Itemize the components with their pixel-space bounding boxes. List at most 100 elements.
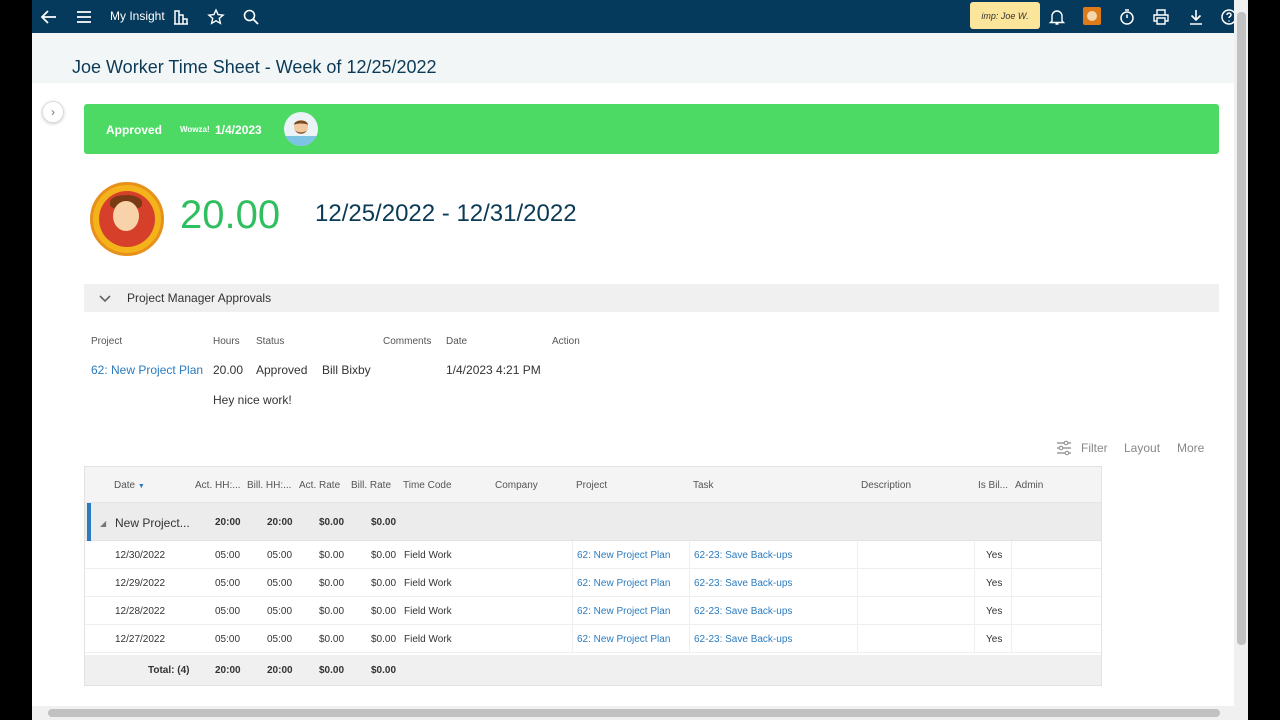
menu-icon[interactable] — [73, 6, 95, 28]
col-header-description[interactable]: Description — [861, 480, 911, 491]
table-row[interactable]: 12/29/2022 05:00 05:00 $0.00 $0.00 Field… — [85, 569, 1101, 597]
cell-time-code: Field Work — [404, 550, 452, 561]
pm-approvals-section-header[interactable]: Project Manager Approvals — [84, 284, 1219, 312]
total-row: Total: (4) 20:00 20:00 $0.00 $0.00 — [85, 655, 1101, 685]
pm-col-hours: Hours — [213, 336, 240, 347]
timesheet-grid: Date ▼ Act. HH:... Bill. HH:... Act. Rat… — [84, 466, 1102, 686]
col-header-bill-hh[interactable]: Bill. HH:... — [247, 480, 291, 491]
chevron-down-icon[interactable] — [98, 291, 112, 305]
group-bill-hh: 20:00 — [267, 517, 293, 528]
pm-col-project: Project — [91, 336, 123, 347]
bell-icon[interactable] — [1046, 6, 1068, 28]
pm-status: Approved — [256, 363, 308, 377]
cell-bill-hh: 05:00 — [267, 578, 293, 589]
col-header-act-hh[interactable]: Act. HH:... — [195, 480, 241, 491]
page-header: Joe Worker Time Sheet - Week of 12/25/20… — [32, 33, 1234, 83]
cell-time-code: Field Work — [404, 606, 452, 617]
group-name: New Project... — [115, 516, 190, 530]
layout-button[interactable]: Layout — [1124, 441, 1160, 455]
cell-bill-hh: 05:00 — [267, 550, 293, 561]
cell-project-link[interactable]: 62: New Project Plan — [577, 634, 670, 645]
table-row[interactable]: 12/28/2022 05:00 05:00 $0.00 $0.00 Field… — [85, 597, 1101, 625]
sidebar-expand-chevron-icon[interactable]: › — [42, 101, 64, 123]
approver-avatar — [284, 112, 318, 146]
back-arrow-icon[interactable] — [38, 6, 60, 28]
cell-task-link[interactable]: 62-23: Save Back-ups — [694, 606, 792, 617]
sort-desc-icon: ▼ — [137, 483, 145, 490]
total-hours: 20.00 — [180, 193, 281, 237]
cell-date: 12/28/2022 — [115, 606, 166, 617]
cell-project-link[interactable]: 62: New Project Plan — [577, 606, 670, 617]
cell-project-link[interactable]: 62: New Project Plan — [577, 578, 670, 589]
timer-icon[interactable] — [1116, 6, 1138, 28]
cell-act-rate: $0.00 — [319, 578, 345, 589]
cell-bill-rate: $0.00 — [371, 634, 397, 645]
col-header-is-billable[interactable]: Is Bil... — [978, 480, 1008, 491]
cell-bill-hh: 05:00 — [267, 634, 293, 645]
total-act-hh: 20:00 — [215, 665, 241, 676]
pm-project-link[interactable]: 62: New Project Plan — [91, 363, 203, 377]
cell-is-billable: Yes — [986, 634, 1003, 645]
horizontal-scrollbar[interactable] — [32, 706, 1248, 720]
cell-bill-rate: $0.00 — [371, 578, 397, 589]
col-header-project[interactable]: Project — [576, 480, 607, 491]
col-header-date[interactable]: Date ▼ — [114, 480, 145, 491]
cell-bill-rate: $0.00 — [371, 550, 397, 561]
cell-task-link[interactable]: 62-23: Save Back-ups — [694, 578, 792, 589]
pm-col-comments: Comments — [383, 336, 432, 347]
cell-act-rate: $0.00 — [319, 550, 345, 561]
table-row[interactable]: 12/27/2022 05:00 05:00 $0.00 $0.00 Field… — [85, 625, 1101, 653]
cell-act-hh: 05:00 — [215, 550, 241, 561]
download-icon[interactable] — [1185, 6, 1207, 28]
impersonation-badge[interactable]: imp: Joe W. — [970, 2, 1040, 29]
collapse-triangle-icon[interactable]: ◢ — [100, 519, 106, 528]
table-row[interactable]: 12/30/2022 05:00 05:00 $0.00 $0.00 Field… — [85, 541, 1101, 569]
pm-col-date: Date — [446, 336, 468, 347]
more-button[interactable]: More — [1177, 441, 1204, 455]
col-header-bill-rate[interactable]: Bill. Rate — [351, 480, 391, 491]
cell-act-rate: $0.00 — [319, 634, 345, 645]
app-window: My Insight imp: Joe W. Joe Worker Time S… — [32, 0, 1248, 720]
cell-bill-rate: $0.00 — [371, 606, 397, 617]
cell-time-code: Field Work — [404, 634, 452, 645]
col-header-company[interactable]: Company — [495, 480, 538, 491]
cell-act-hh: 05:00 — [215, 606, 241, 617]
cell-task-link[interactable]: 62-23: Save Back-ups — [694, 550, 792, 561]
total-label: Total: (4) — [148, 665, 190, 676]
approved-by: Wowza! — [180, 125, 210, 134]
vertical-scrollbar[interactable] — [1234, 0, 1248, 706]
cell-date: 12/29/2022 — [115, 578, 166, 589]
cell-date: 12/30/2022 — [115, 550, 166, 561]
date-range: 12/25/2022 - 12/31/2022 — [315, 200, 577, 227]
pm-approvals-title: Project Manager Approvals — [127, 291, 272, 305]
print-icon[interactable] — [1150, 6, 1172, 28]
approval-date: 1/4/2023 — [215, 123, 262, 137]
total-bill-rate: $0.00 — [371, 665, 397, 676]
company-logo — [90, 182, 164, 256]
col-header-act-rate[interactable]: Act. Rate — [299, 480, 340, 491]
col-header-admin[interactable]: Admin — [1015, 480, 1043, 491]
total-act-rate: $0.00 — [319, 665, 345, 676]
search-icon[interactable] — [240, 6, 262, 28]
filter-sliders-icon[interactable] — [1056, 440, 1072, 456]
cell-task-link[interactable]: 62-23: Save Back-ups — [694, 634, 792, 645]
star-icon[interactable] — [205, 6, 227, 28]
approval-banner: Approved Wowza! 1/4/2023 — [84, 104, 1219, 154]
filter-button[interactable]: Filter — [1081, 441, 1108, 455]
top-bar: My Insight imp: Joe W. — [32, 0, 1248, 33]
page-title: Joe Worker Time Sheet - Week of 12/25/20… — [72, 57, 437, 77]
app-title[interactable]: My Insight — [110, 9, 165, 23]
total-bill-hh: 20:00 — [267, 665, 293, 676]
org-chart-icon[interactable] — [170, 6, 192, 28]
cell-is-billable: Yes — [986, 578, 1003, 589]
col-header-time-code[interactable]: Time Code — [403, 480, 452, 491]
group-bill-rate: $0.00 — [371, 517, 397, 528]
cell-is-billable: Yes — [986, 550, 1003, 561]
group-row[interactable]: ◢ New Project... 20:00 20:00 $0.00 $0.00 — [85, 503, 1101, 541]
cell-project-link[interactable]: 62: New Project Plan — [577, 550, 670, 561]
cell-time-code: Field Work — [404, 578, 452, 589]
grid-header-row: Date ▼ Act. HH:... Bill. HH:... Act. Rat… — [85, 467, 1101, 503]
cell-act-hh: 05:00 — [215, 634, 241, 645]
col-header-task[interactable]: Task — [693, 480, 714, 491]
user-avatar-icon[interactable] — [1083, 7, 1101, 25]
